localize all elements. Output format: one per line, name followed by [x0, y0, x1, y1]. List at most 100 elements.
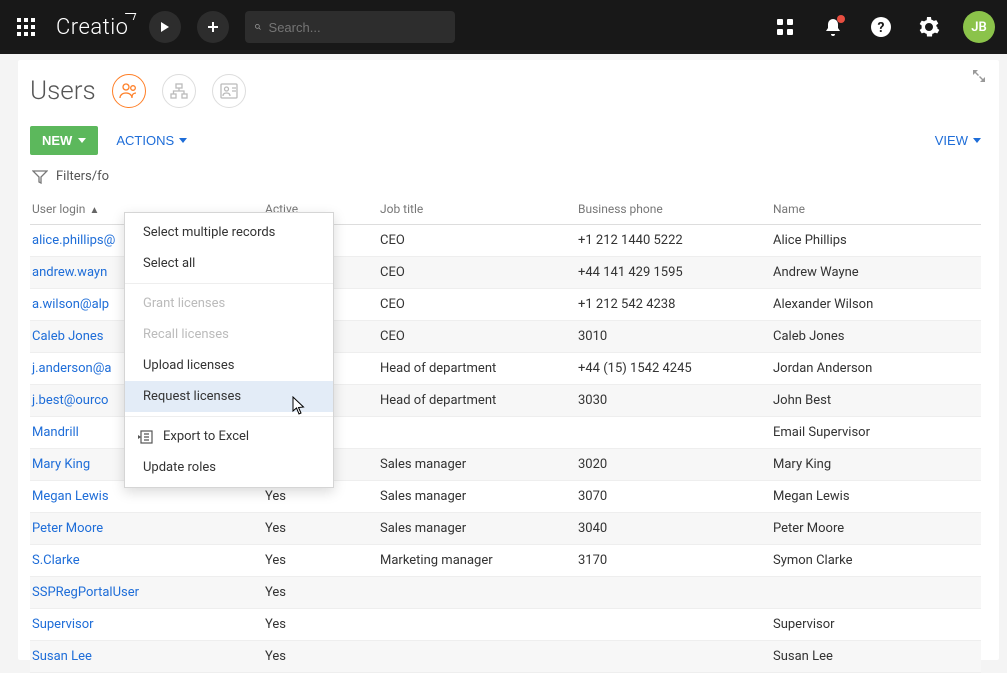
filters-row[interactable]: Filters/fo: [30, 169, 981, 184]
login-link[interactable]: andrew.wayn: [32, 265, 107, 280]
marketplace-icon[interactable]: [769, 11, 801, 43]
apps-grid-icon[interactable]: [12, 13, 40, 41]
toolbar: NEW ACTIONS VIEW: [30, 126, 981, 155]
cell-job: [380, 585, 578, 600]
caret-down-icon: [179, 138, 187, 143]
cell-job: Marketing manager: [380, 553, 578, 568]
cell-name: Andrew Wayne: [773, 265, 981, 280]
play-button[interactable]: [149, 11, 181, 43]
caret-down-icon: [78, 138, 86, 143]
filter-orgchart-icon[interactable]: [162, 74, 196, 108]
new-button[interactable]: NEW: [30, 126, 98, 155]
cell-name: Caleb Jones: [773, 329, 981, 344]
cell-job: CEO: [380, 297, 578, 312]
login-link[interactable]: Susan Lee: [32, 649, 92, 664]
table-row[interactable]: Susan Lee Yes Susan Lee: [30, 641, 981, 673]
menu-request-licenses[interactable]: Request licenses: [125, 381, 333, 412]
login-link[interactable]: Caleb Jones: [32, 329, 103, 344]
cell-name: Mary King: [773, 457, 981, 472]
cell-name: [773, 585, 981, 600]
login-link[interactable]: Mary King: [32, 457, 90, 472]
excel-icon: [137, 430, 153, 444]
table-row[interactable]: S.Clarke YesMarketing manager3170Symon Cl…: [30, 545, 981, 577]
login-link[interactable]: S.Clarke: [32, 553, 80, 568]
cell-phone: [578, 617, 773, 632]
menu-select-all[interactable]: Select all: [125, 248, 333, 279]
table-row[interactable]: Peter MooreYesSales manager3040Peter Moo…: [30, 513, 981, 545]
column-header-name[interactable]: Name: [773, 202, 981, 216]
search-input[interactable]: [269, 20, 445, 35]
sort-asc-icon: ▲: [89, 205, 99, 216]
notification-badge: [837, 15, 845, 23]
cell-name: Megan Lewis: [773, 489, 981, 504]
cell-phone: +44 141 429 1595: [578, 265, 773, 280]
cell-phone: 3170: [578, 553, 773, 568]
cell-name: Peter Moore: [773, 521, 981, 536]
filter-users-icon[interactable]: [112, 74, 146, 108]
cell-job: Sales manager: [380, 489, 578, 504]
login-link[interactable]: Mandrill: [32, 425, 79, 440]
column-header-phone[interactable]: Business phone: [578, 202, 773, 216]
cell-job: Sales manager: [380, 457, 578, 472]
caret-down-icon: [973, 138, 981, 143]
cell-job: [380, 617, 578, 632]
table-row[interactable]: SupervisorYesSupervisor: [30, 609, 981, 641]
help-icon[interactable]: ?: [865, 11, 897, 43]
search-icon: [255, 20, 261, 34]
cell-name: Symon Clarke: [773, 553, 981, 568]
cell-phone: [578, 649, 773, 664]
login-link[interactable]: Supervisor: [32, 617, 94, 632]
menu-update-roles[interactable]: Update roles: [125, 452, 333, 483]
logo: Creatio: [56, 15, 129, 40]
cell-name: John Best: [773, 393, 981, 408]
user-avatar[interactable]: JB: [963, 11, 995, 43]
cell-phone: 3030: [578, 393, 773, 408]
cell-active: Yes: [265, 489, 380, 504]
filter-contact-icon[interactable]: [212, 74, 246, 108]
view-button[interactable]: VIEW: [935, 133, 981, 148]
cell-name: Susan Lee: [773, 649, 981, 664]
login-link[interactable]: alice.phillips@: [32, 233, 115, 248]
cell-job: CEO: [380, 265, 578, 280]
expand-icon[interactable]: [973, 70, 985, 86]
login-link[interactable]: SSPRegPortalUser: [32, 585, 139, 600]
cell-job: Head of department: [380, 393, 578, 408]
cell-phone: 3010: [578, 329, 773, 344]
search-box[interactable]: [245, 11, 455, 43]
cell-phone: 3040: [578, 521, 773, 536]
menu-select-multiple[interactable]: Select multiple records: [125, 217, 333, 248]
actions-button[interactable]: ACTIONS: [116, 133, 187, 148]
cell-job: CEO: [380, 233, 578, 248]
cell-name: Supervisor: [773, 617, 981, 632]
cell-active: Yes: [265, 521, 380, 536]
column-header-job[interactable]: Job title: [380, 202, 578, 216]
login-link[interactable]: a.wilson@alp: [32, 297, 109, 312]
page-header-row: Users: [30, 74, 981, 108]
cell-job: [380, 425, 578, 440]
cell-phone: +1 212 542 4238: [578, 297, 773, 312]
cell-name: Jordan Anderson: [773, 361, 981, 376]
add-button[interactable]: [197, 11, 229, 43]
table-row[interactable]: SSPRegPortalUser Yes: [30, 577, 981, 609]
cell-job: Sales manager: [380, 521, 578, 536]
cell-active: Yes: [265, 553, 380, 568]
menu-recall-licenses: Recall licenses: [125, 319, 333, 350]
settings-icon[interactable]: [913, 11, 945, 43]
top-header: Creatio ? JB: [0, 0, 1007, 54]
login-link[interactable]: j.best@ourco: [32, 393, 108, 408]
notifications-icon[interactable]: [817, 11, 849, 43]
cell-active: Yes: [265, 585, 380, 600]
page-title: Users: [30, 76, 96, 106]
filters-label: Filters/fo: [56, 169, 109, 184]
menu-upload-licenses[interactable]: Upload licenses: [125, 350, 333, 381]
page-container: Users NEW ACTIONS VIEW Filters/fo User: [18, 60, 999, 660]
cell-active: Yes: [265, 649, 380, 664]
cell-phone: [578, 585, 773, 600]
login-link[interactable]: Peter Moore: [32, 521, 103, 536]
login-link[interactable]: j.anderson@a: [32, 361, 111, 376]
cell-phone: +44 (15) 1542 4245: [578, 361, 773, 376]
actions-dropdown: Select multiple records Select all Grant…: [124, 212, 334, 488]
login-link[interactable]: Megan Lewis: [32, 489, 109, 504]
cell-phone: 3070: [578, 489, 773, 504]
menu-export-excel[interactable]: Export to Excel: [125, 421, 333, 452]
